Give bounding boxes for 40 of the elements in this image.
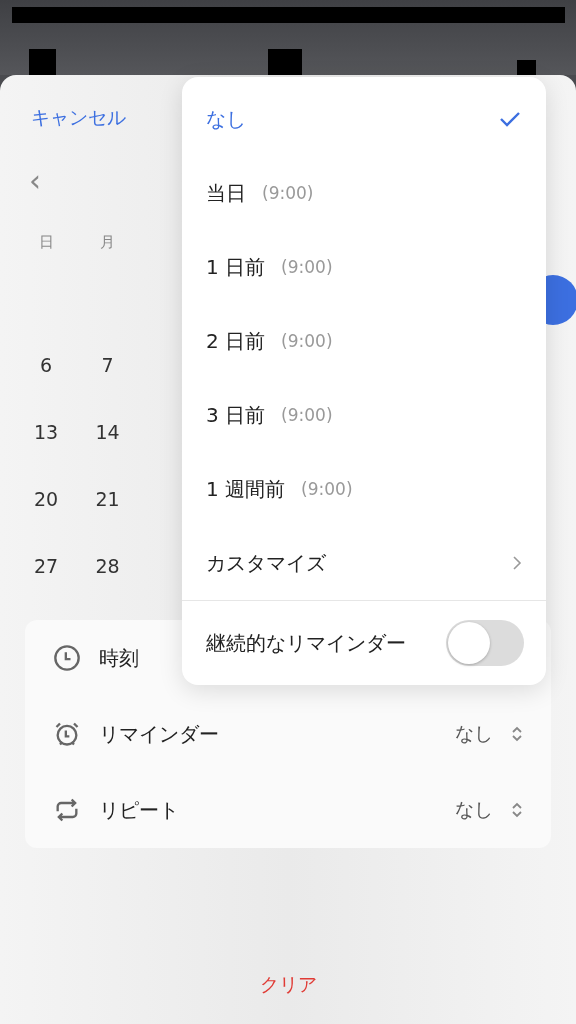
up-down-chevron-icon[interactable] bbox=[511, 801, 523, 819]
calendar-day[interactable]: 27 bbox=[33, 549, 59, 577]
menu-option[interactable]: 1 日前 bbox=[206, 253, 266, 281]
option-time: (9:00) bbox=[262, 183, 314, 203]
cancel-button[interactable]: キャンセル bbox=[31, 105, 126, 131]
menu-option[interactable]: なし bbox=[206, 105, 246, 133]
setting-value[interactable]: なし bbox=[455, 721, 493, 747]
setting-value[interactable]: なし bbox=[455, 797, 493, 823]
option-time: (9:00) bbox=[301, 479, 353, 499]
weekday-label: 日 bbox=[38, 233, 54, 253]
toggle-label: 継続的なリマインダー bbox=[206, 629, 406, 657]
menu-option[interactable]: 3 日前 bbox=[206, 401, 266, 429]
calendar-day[interactable]: 21 bbox=[95, 482, 120, 510]
clock-icon bbox=[53, 644, 81, 672]
calendar-day[interactable]: 14 bbox=[95, 415, 120, 443]
calendar-day[interactable]: 28 bbox=[95, 549, 120, 577]
menu-option[interactable]: カスタマイズ bbox=[206, 549, 326, 577]
weekday-label: 月 bbox=[100, 233, 115, 253]
option-time: (9:00) bbox=[281, 257, 333, 277]
redaction-block bbox=[29, 49, 56, 75]
menu-option[interactable]: 当日 bbox=[206, 179, 246, 207]
clear-button[interactable]: クリア bbox=[259, 972, 317, 998]
calendar-day[interactable]: 7 bbox=[101, 348, 114, 376]
setting-label: リピート bbox=[99, 796, 179, 824]
alarm-clock-icon bbox=[53, 720, 81, 748]
menu-option[interactable]: 2 日前 bbox=[206, 327, 266, 355]
option-time: (9:00) bbox=[281, 405, 333, 425]
repeat-icon bbox=[53, 796, 81, 824]
calendar-day[interactable]: 20 bbox=[33, 482, 59, 510]
up-down-chevron-icon[interactable] bbox=[511, 725, 523, 743]
setting-label: 時刻 bbox=[99, 644, 139, 672]
calendar-day[interactable]: 6 bbox=[39, 348, 53, 376]
toggle-switch[interactable] bbox=[446, 620, 524, 666]
menu-option[interactable]: 1 週間前 bbox=[206, 475, 286, 503]
chevron-right-icon bbox=[512, 555, 522, 571]
calendar-day[interactable]: 13 bbox=[33, 415, 59, 443]
setting-label: リマインダー bbox=[99, 720, 219, 748]
redaction-block bbox=[517, 60, 536, 75]
redaction-block bbox=[268, 49, 302, 75]
option-time: (9:00) bbox=[281, 331, 333, 351]
